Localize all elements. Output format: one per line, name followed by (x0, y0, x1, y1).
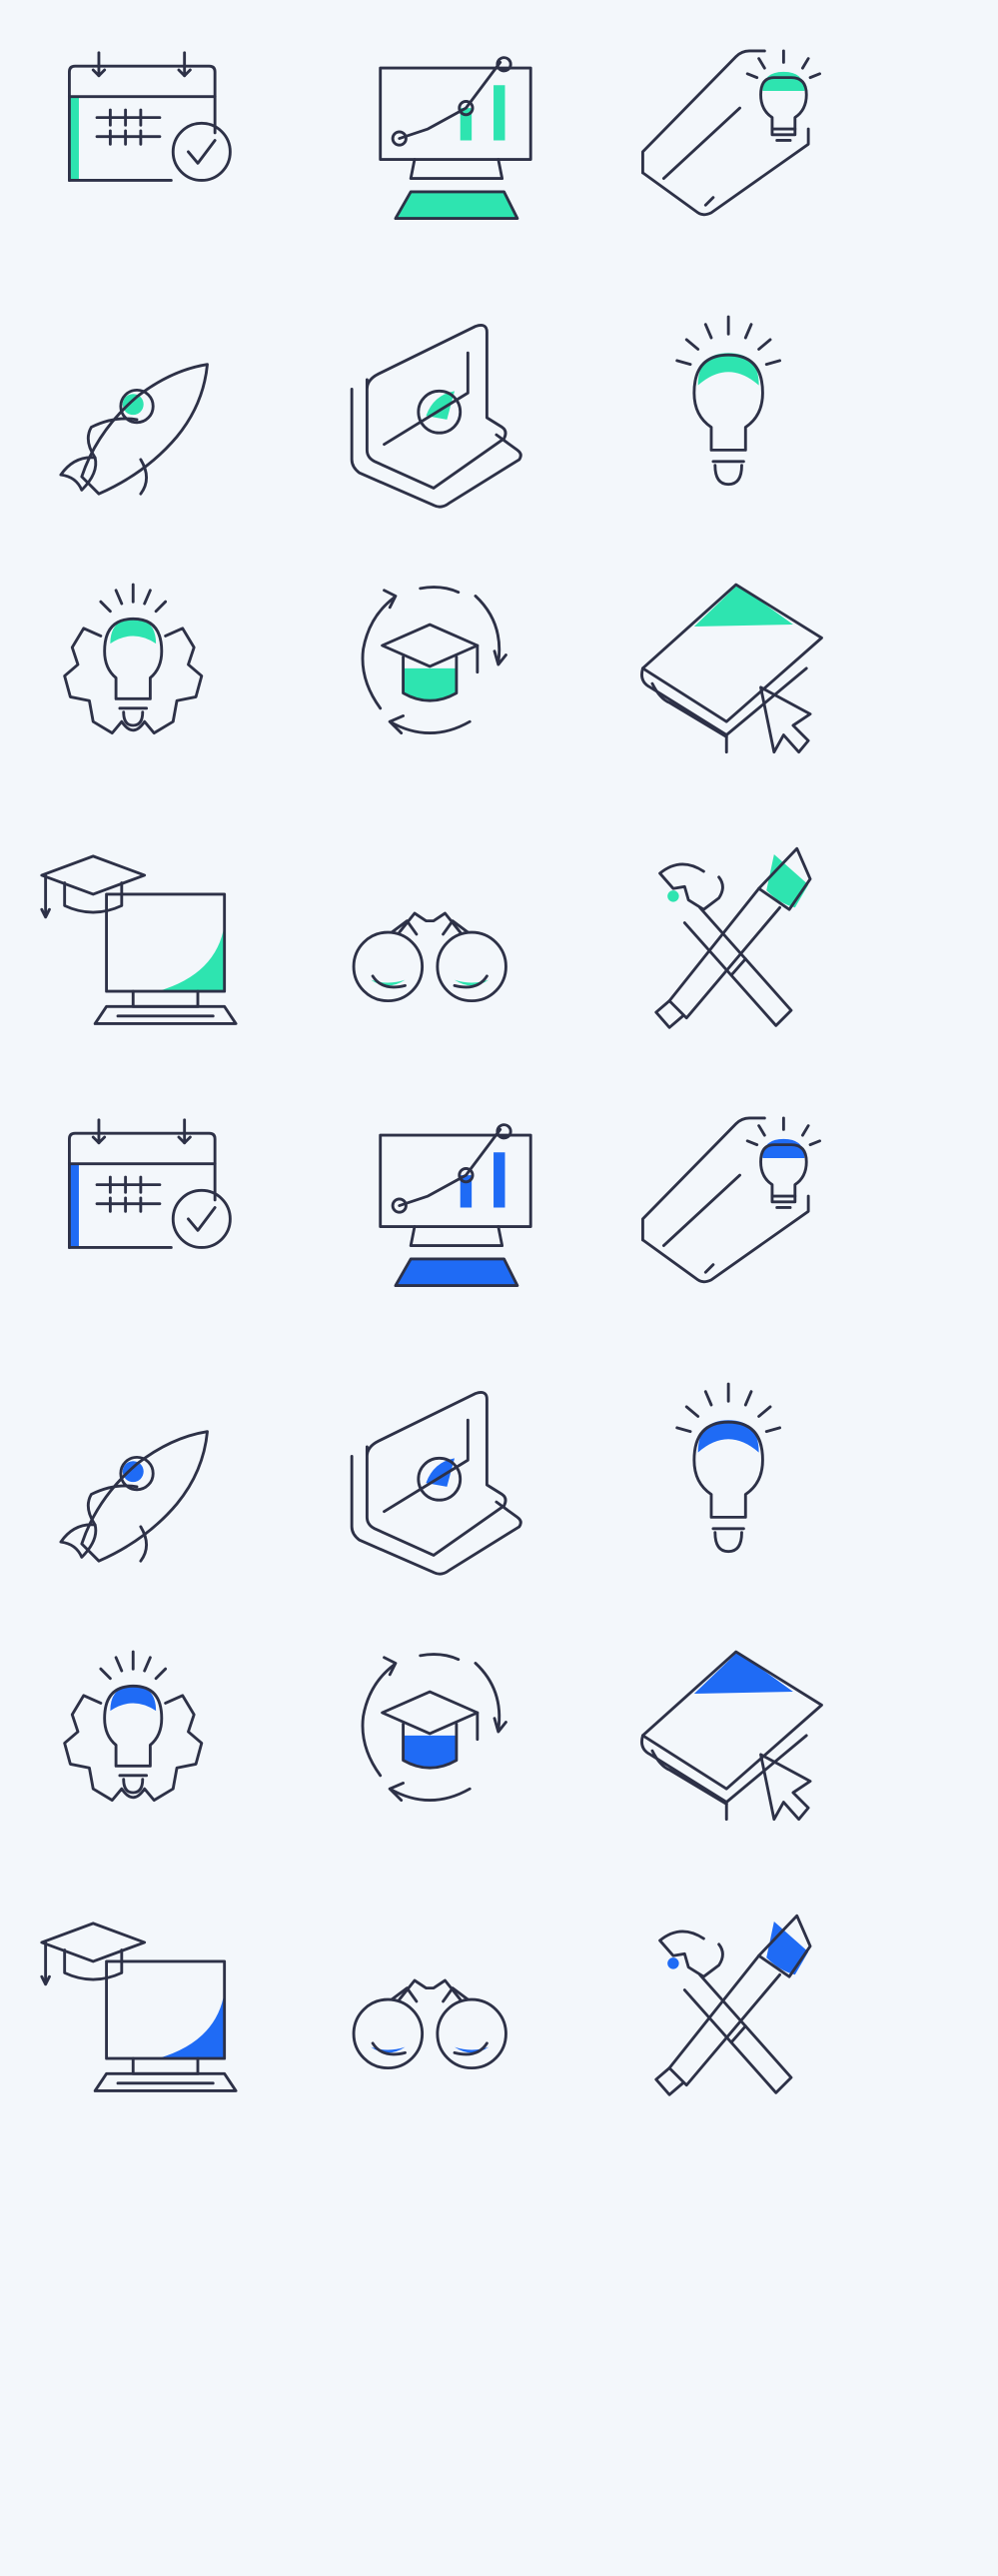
wrench-screwdriver-icon (631, 833, 831, 1033)
graduation-cycle-icon (335, 1633, 534, 1833)
monitor-chart-icon (335, 1097, 534, 1297)
lightbulb-icon (631, 298, 831, 498)
laptop-play-icon (335, 298, 534, 509)
gear-idea-icon (38, 566, 238, 765)
binoculars-icon (335, 1901, 534, 2100)
laptop-idea-icon (631, 1097, 831, 1297)
binoculars-icon (335, 833, 534, 1033)
computer-graduation-icon (38, 833, 238, 1033)
calendar-check-icon (38, 30, 238, 230)
laptop-idea-icon (631, 30, 831, 230)
wrench-screwdriver-icon (631, 1901, 831, 2100)
graduation-cycle-icon (335, 566, 534, 765)
computer-graduation-icon (38, 1901, 238, 2100)
calendar-check-icon (38, 1097, 238, 1297)
lightbulb-icon (631, 1365, 831, 1565)
gear-idea-icon (38, 1633, 238, 1833)
rocket-icon (38, 1365, 238, 1565)
rocket-icon (38, 298, 238, 498)
monitor-chart-icon (335, 30, 534, 230)
book-cursor-icon (631, 1633, 831, 1833)
icon-sheet (0, 0, 998, 2576)
book-cursor-icon (631, 566, 831, 765)
laptop-play-icon (335, 1365, 534, 1576)
